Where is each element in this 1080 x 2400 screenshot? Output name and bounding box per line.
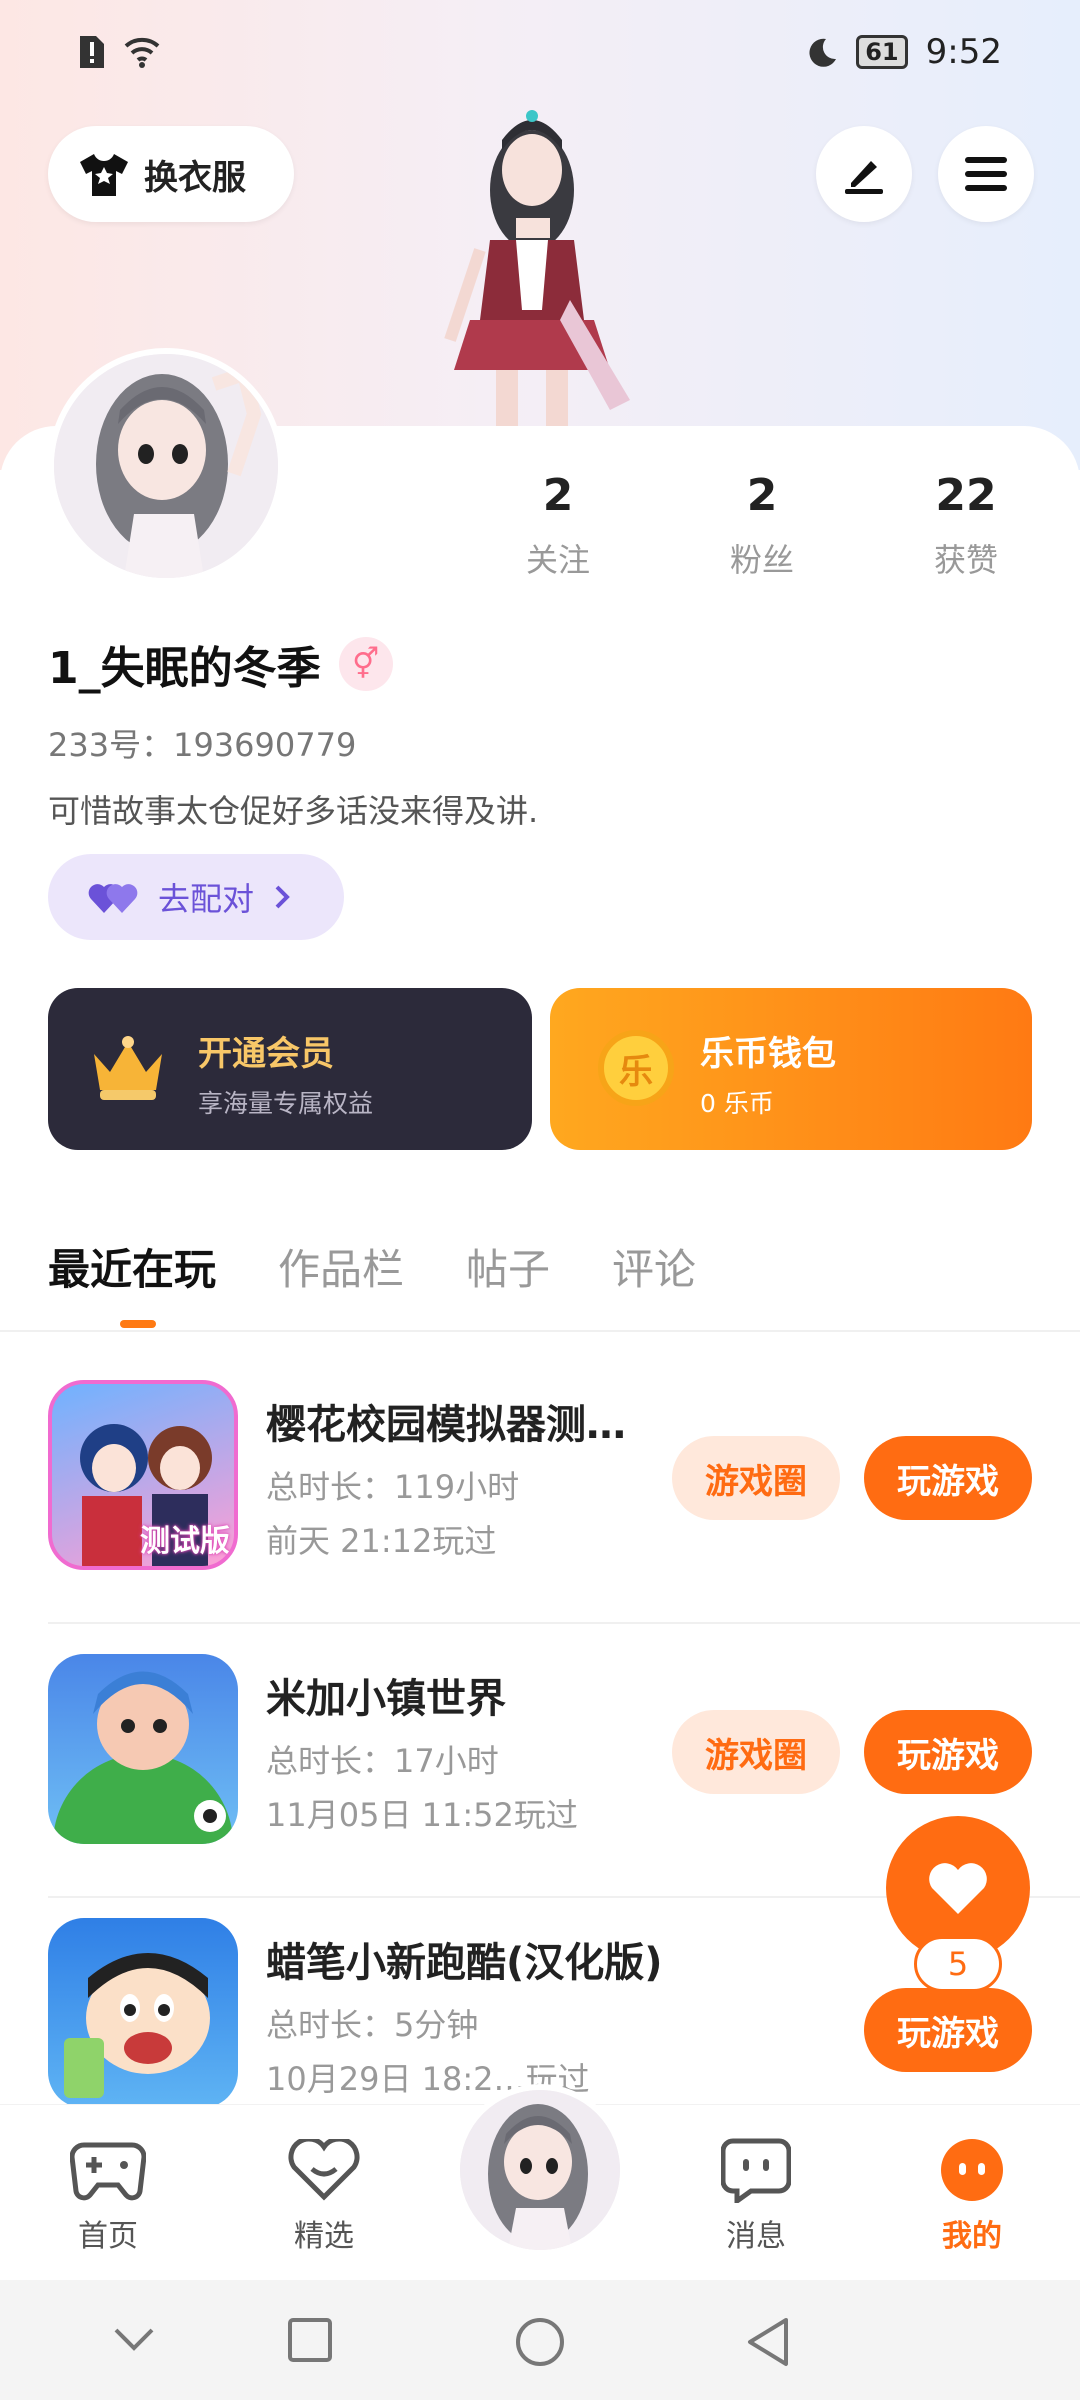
heart-gem-icon	[288, 2139, 360, 2201]
nav-messages[interactable]: 消息	[696, 2135, 816, 2255]
sim-alert-icon	[80, 36, 104, 68]
dress-up-label: 换衣服	[144, 157, 246, 198]
game-title: 樱花校园模拟器测…	[266, 1402, 626, 1448]
stat-followers[interactable]: 2 粉丝	[682, 470, 842, 581]
menu-button[interactable]	[938, 126, 1034, 222]
game-circle-button[interactable]: 游戏圈	[672, 1436, 840, 1520]
gamepad-icon	[70, 2142, 146, 2201]
game-icon-miga-town	[48, 1654, 238, 1844]
avatar-image	[54, 354, 278, 578]
edit-profile-button[interactable]	[816, 126, 912, 222]
test-version-badge: 测试版	[140, 1524, 230, 1559]
game-title: 米加小镇世界	[266, 1676, 506, 1722]
nav-home-label: 首页	[78, 2219, 138, 2254]
game-playtime: 总时长：5分钟	[266, 2006, 479, 2044]
wallet-title: 乐币钱包	[700, 1034, 836, 1074]
miga-town-art	[53, 1671, 233, 1844]
wifi-icon	[124, 37, 160, 68]
dress-up-button[interactable]: 换衣服	[48, 126, 294, 222]
likes-label: 获赞	[933, 541, 998, 579]
match-label: 去配对	[158, 880, 255, 918]
username: 1_失眠的冬季 ⚥	[48, 632, 393, 696]
pen-icon	[845, 161, 883, 194]
likes-count: 22	[935, 470, 997, 521]
heart-icon	[929, 1863, 987, 1914]
home-circle-icon[interactable]	[514, 2316, 566, 2368]
status-bar: 61 9:52	[0, 28, 1080, 78]
followers-label: 粉丝	[729, 541, 794, 579]
coin-character: 乐	[619, 1051, 653, 1092]
nav-featured-label: 精选	[294, 2219, 354, 2254]
nav-avatar-image	[460, 2090, 620, 2250]
crown-icon	[94, 1036, 162, 1100]
play-game-button[interactable]: 玩游戏	[864, 1988, 1032, 2072]
following-count: 2	[542, 470, 574, 521]
hamburger-menu-icon	[965, 157, 1007, 191]
coin-wallet-card[interactable]: 乐 乐币钱包 0 乐币	[550, 988, 1032, 1150]
wallet-balance: 0 乐币	[700, 1089, 774, 1118]
avatar-character-illustration	[444, 110, 630, 426]
nav-messages-label: 消息	[726, 2219, 786, 2254]
nav-featured[interactable]: 精选	[264, 2135, 384, 2255]
crayon-shinchan-art	[64, 1953, 210, 2098]
user-avatar[interactable]	[48, 348, 284, 584]
chat-bubble-icon	[721, 2138, 791, 2203]
nav-avatar-button[interactable]	[454, 2084, 626, 2256]
game-circle-button[interactable]: 游戏圈	[672, 1710, 840, 1794]
tab-comments[interactable]: 评论	[612, 1236, 696, 1297]
back-triangle-icon[interactable]	[744, 2316, 792, 2368]
game-title: 蜡笔小新跑酷(汉化版)	[266, 1940, 663, 1986]
nav-me[interactable]: 我的	[912, 2135, 1032, 2255]
recent-apps-icon[interactable]	[286, 2316, 334, 2364]
tab-posts[interactable]: 帖子	[466, 1236, 550, 1297]
tabs-divider	[0, 1330, 1080, 1332]
system-navigation-bar	[0, 2280, 1080, 2400]
like-count-badge: 5	[914, 1936, 1002, 1992]
nav-home[interactable]: 首页	[48, 2135, 168, 2255]
tab-works[interactable]: 作品栏	[278, 1236, 404, 1297]
stat-following[interactable]: 2 关注	[478, 470, 638, 581]
tab-recently-played[interactable]: 最近在玩	[48, 1236, 216, 1297]
nav-me-label: 我的	[942, 2219, 1002, 2254]
play-game-button[interactable]: 玩游戏	[864, 1710, 1032, 1794]
user-id: 233号：193690779	[48, 726, 357, 764]
coin-icon: 乐	[598, 1030, 674, 1106]
game-last-played: 前天 21:12玩过	[266, 1522, 497, 1560]
list-separator	[48, 1622, 1080, 1624]
battery-indicator: 61	[856, 35, 908, 69]
chevron-right-icon	[275, 885, 290, 909]
moon-icon	[809, 38, 837, 67]
active-tab-indicator	[120, 1320, 156, 1328]
game-last-played: 11月05日 11:52玩过	[266, 1796, 578, 1834]
play-game-button[interactable]: 玩游戏	[864, 1436, 1032, 1520]
gender-icon: ⚥	[338, 637, 393, 691]
vip-subtitle: 享海量专属权益	[198, 1089, 374, 1118]
tshirt-icon	[80, 154, 128, 196]
user-bio: 可惜故事太仓促好多话没来得及讲.	[48, 792, 539, 830]
profile-face-icon	[941, 2139, 1003, 2201]
game-icon-crayon-shinchan	[48, 1918, 238, 2104]
double-heart-icon	[88, 884, 138, 913]
match-button[interactable]: 去配对	[48, 854, 344, 940]
collapse-chevron-icon[interactable]	[112, 2326, 156, 2354]
game-playtime: 总时长：119小时	[266, 1468, 520, 1506]
vip-membership-card[interactable]: 开通会员 享海量专属权益	[48, 988, 532, 1150]
content-tabs: 最近在玩 作品栏 帖子 评论	[48, 1236, 696, 1297]
followers-count: 2	[746, 470, 778, 521]
username-text: 1_失眠的冬季	[48, 643, 321, 694]
following-label: 关注	[525, 541, 590, 579]
game-playtime: 总时长：17小时	[266, 1742, 499, 1780]
clock: 9:52	[925, 32, 1002, 72]
vip-title: 开通会员	[198, 1034, 334, 1074]
game-list-item[interactable]: 测试版 樱花校园模拟器测… 总时长：119小时 前天 21:12玩过 游戏圈 玩…	[48, 1380, 1080, 1644]
stat-likes[interactable]: 22 获赞	[886, 470, 1046, 581]
game-icon-sakura: 测试版	[48, 1380, 238, 1570]
